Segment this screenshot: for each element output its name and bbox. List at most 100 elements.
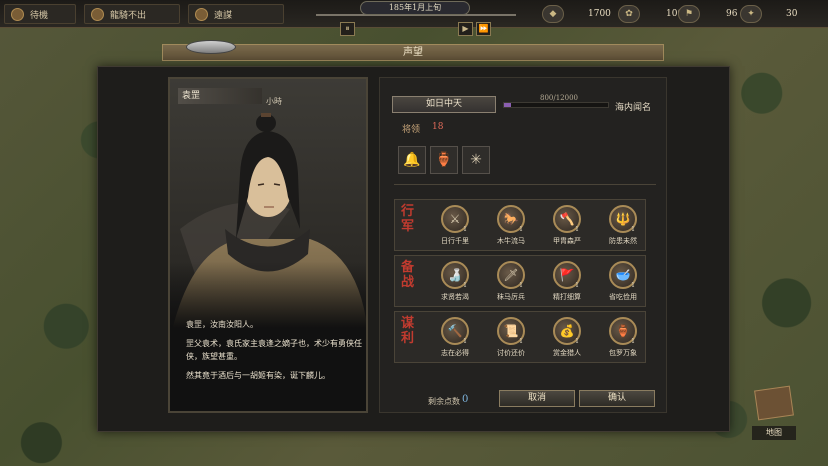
skill-3[interactable]: 🪓 1 甲胄森严 <box>539 205 595 246</box>
skill-level: 1 <box>519 282 523 289</box>
date-display: 185年1月上旬 <box>360 1 470 15</box>
cup-icon: 🍶 1 <box>441 261 469 289</box>
bio-line: 然其竟于酒后与一胡姬有染，诞下麟儿。 <box>186 371 330 380</box>
character-bio: 袁罡，汝南汝阳人。 罡父袁术，袁氏家主袁逢之嫡子也，术少有勇侠任侠，族望甚重。 … <box>186 318 362 388</box>
divider <box>394 184 656 185</box>
pot-icon: 🏺 1 <box>609 317 637 345</box>
skill-4[interactable]: 🔱 1 防患未然 <box>595 205 651 246</box>
skill-level: 1 <box>575 338 579 345</box>
skill-name: 求贤若渴 <box>441 293 469 301</box>
top-slot-label: 待機 <box>30 10 49 21</box>
gold-icon: ◆ <box>542 5 564 23</box>
skill-name: 日行千里 <box>441 237 469 245</box>
stat-value: 18 <box>432 122 444 132</box>
top-slot-label: 龍騎不出 <box>110 10 147 21</box>
skill-9[interactable]: 🔨 1 志在必得 <box>427 317 483 358</box>
resource-troops: ⚑ 96 <box>678 4 737 24</box>
scroll-icon: 📜 1 <box>497 317 525 345</box>
skill-name: 木牛流马 <box>497 237 525 245</box>
skill-7[interactable]: 🚩 1 精打细算 <box>539 261 595 302</box>
skill-name: 秣马厉兵 <box>497 293 525 301</box>
skill-group-label: 备战 <box>401 260 415 290</box>
confirm-button[interactable]: 确认 <box>579 390 655 407</box>
skill-group: 谋利 🔨 1 志在必得 📜 1 讨价还价 💰 1 赏金猎人 🏺 1 包罗万象 <box>394 311 646 363</box>
skill-glyph: 💰 <box>559 324 575 338</box>
skill-level: 1 <box>519 338 523 345</box>
skill-11[interactable]: 💰 1 赏金猎人 <box>539 317 595 358</box>
skill-glyph: 🐎 <box>503 212 519 226</box>
skill-12[interactable]: 🏺 1 包罗万象 <box>595 317 651 358</box>
play-button[interactable]: ▶ <box>458 22 473 36</box>
cancel-button[interactable]: 取消 <box>499 390 575 407</box>
skill-group: 行军 ⚔ 1 日行千里 🐎 1 木牛流马 🪓 1 甲胄森严 🔱 1 防患未然 <box>394 199 646 251</box>
skill-glyph: 🔱 <box>615 212 631 226</box>
vase-icon[interactable]: 🏺 <box>430 146 458 174</box>
remaining-points-label: 剩余点数 <box>428 397 460 406</box>
top-slot-1[interactable]: 待機 <box>4 4 76 24</box>
skill-level: 1 <box>631 338 635 345</box>
stat-label: 将领 <box>402 125 421 135</box>
fast-forward-button[interactable]: ⏩ <box>476 22 491 36</box>
top-slot-3[interactable]: 遠謀 <box>188 4 284 24</box>
bell-icon[interactable]: 🔔 <box>398 146 426 174</box>
skill-glyph: 🚩 <box>559 268 575 282</box>
top-bar: 待機 龍騎不出 遠謀 185年1月上旬 ⏸ ▶ ⏩ ◆ 1700 ✿ 100 ⚑… <box>0 0 828 36</box>
horse-icon: 🐎 1 <box>497 205 525 233</box>
skill-glyph: 🗡 <box>503 268 519 282</box>
skill-2[interactable]: 🐎 1 木牛流马 <box>483 205 539 246</box>
skill-name: 包罗万象 <box>609 349 637 357</box>
map-label: 地图 <box>752 426 796 440</box>
skill-name: 省吃俭用 <box>609 293 637 301</box>
skill-glyph: 🥣 <box>615 268 631 282</box>
resource-gold: ◆ 1700 <box>542 4 611 24</box>
remaining-points-value: 0 <box>462 394 469 405</box>
next-rank-label: 海内闻名 <box>615 103 652 113</box>
dialog-title: 声望 <box>403 47 423 58</box>
skill-level: 1 <box>575 282 579 289</box>
seal-icon <box>11 7 24 21</box>
skill-glyph: ⚔ <box>449 212 461 226</box>
resource-value: 30 <box>786 9 798 19</box>
skill-name: 讨价还价 <box>497 349 525 357</box>
skill-group: 备战 🍶 1 求贤若渴 🗡 1 秣马厉兵 🚩 1 精打细算 🥣 1 省吃俭用 <box>394 255 646 307</box>
skill-name: 甲胄森严 <box>553 237 581 245</box>
character-name: 袁罡 <box>178 88 262 104</box>
bowl-icon: 🥣 1 <box>609 261 637 289</box>
reputation-icon: ✦ <box>740 5 762 23</box>
spear-icon: 🗡 1 <box>497 261 525 289</box>
grain-icon: ✿ <box>618 5 640 23</box>
exp-progress-bar <box>503 102 609 108</box>
skill-name: 精打细算 <box>553 293 581 301</box>
skill-glyph: 🔨 <box>447 324 463 338</box>
ribbon-ornament-icon <box>186 40 236 54</box>
scroll-icon <box>195 7 208 21</box>
exp-text: 800/12000 <box>540 94 578 102</box>
warhorse-icon <box>91 7 104 21</box>
seedling-icon[interactable]: ✳ <box>462 146 490 174</box>
troops-icon: ⚑ <box>678 5 700 23</box>
skill-level: 1 <box>519 226 523 233</box>
skill-level: 1 <box>575 226 579 233</box>
pause-button[interactable]: ⏸ <box>340 22 355 36</box>
skill-6[interactable]: 🗡 1 秣马厉兵 <box>483 261 539 302</box>
skill-10[interactable]: 📜 1 讨价还价 <box>483 317 539 358</box>
skill-1[interactable]: ⚔ 1 日行千里 <box>427 205 483 246</box>
map-icon <box>754 385 794 421</box>
map-button[interactable]: 地图 <box>752 385 796 440</box>
skill-name: 防患未然 <box>609 237 637 245</box>
resource-value: 1700 <box>588 9 611 19</box>
top-slot-2[interactable]: 龍騎不出 <box>84 4 180 24</box>
bio-line: 袁罡，汝南汝阳人。 <box>186 320 258 329</box>
coins-icon: 💰 1 <box>553 317 581 345</box>
skill-name: 志在必得 <box>441 349 469 357</box>
pike-icon: 🔱 1 <box>609 205 637 233</box>
skill-group-label: 谋利 <box>401 316 415 346</box>
resource-reputation: ✦ 30 <box>740 4 797 24</box>
resource-value: 96 <box>726 9 738 19</box>
flag-icon: 🚩 1 <box>553 261 581 289</box>
skill-level: 1 <box>631 226 635 233</box>
skill-8[interactable]: 🥣 1 省吃俭用 <box>595 261 651 302</box>
skill-5[interactable]: 🍶 1 求贤若渴 <box>427 261 483 302</box>
bio-line: 罡父袁术，袁氏家主袁逢之嫡子也，术少有勇侠任侠，族望甚重。 <box>186 339 362 361</box>
skill-level: 1 <box>463 338 467 345</box>
